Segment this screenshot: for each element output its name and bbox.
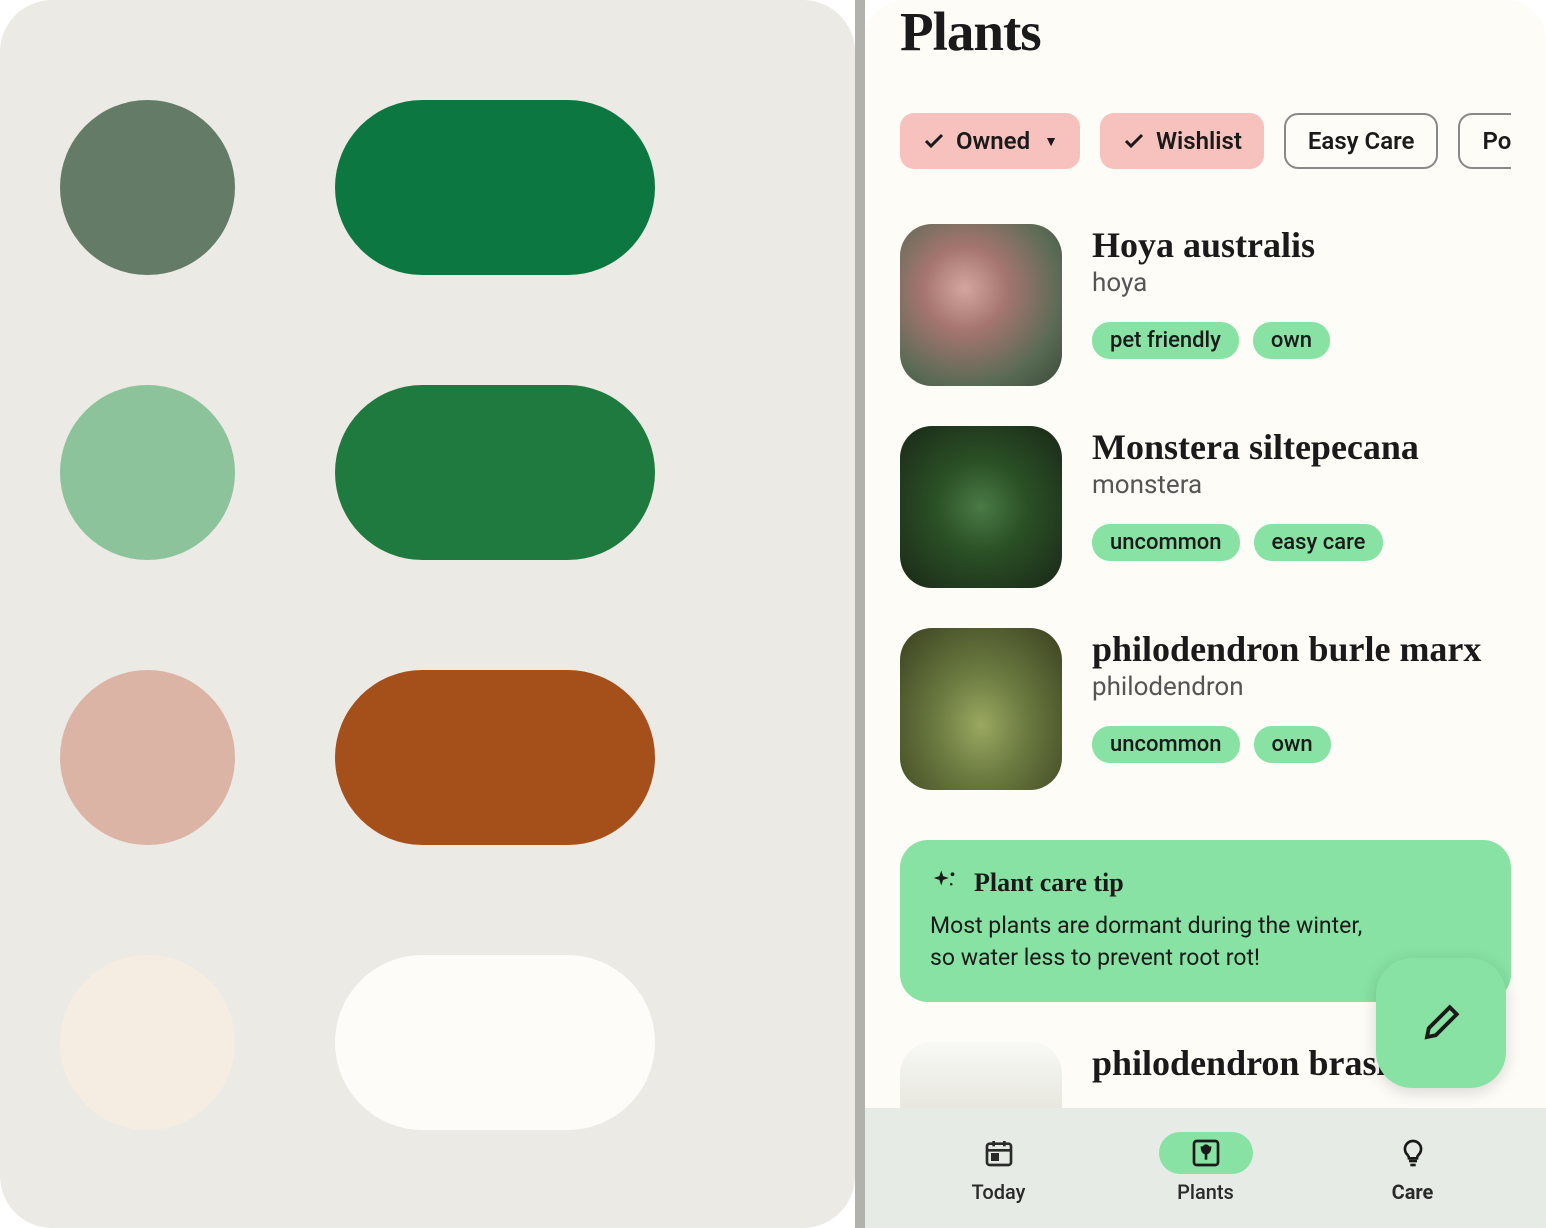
check-icon xyxy=(922,129,946,153)
filter-chip-easy-care[interactable]: Easy Care xyxy=(1284,113,1439,169)
filter-chip-wishlist[interactable]: Wishlist xyxy=(1100,113,1264,169)
palette-row xyxy=(60,385,795,560)
plant-genus: hoya xyxy=(1092,268,1511,298)
bulb-icon xyxy=(1397,1137,1429,1169)
plant-tag: uncommon xyxy=(1092,524,1240,561)
pencil-icon xyxy=(1420,1002,1462,1044)
dropdown-arrow-icon: ▼ xyxy=(1044,133,1058,150)
plant-genus: philodendron xyxy=(1092,672,1511,702)
plant-list-item[interactable]: Monstera siltepecana monstera uncommon e… xyxy=(900,426,1511,588)
plants-app-panel: Plants Owned ▼ Wishlist Easy Care Popu xyxy=(865,0,1546,1228)
palette-circle xyxy=(60,670,235,845)
palette-circle xyxy=(60,955,235,1130)
plant-thumbnail xyxy=(900,426,1062,588)
check-icon xyxy=(1122,129,1146,153)
palette-pill xyxy=(335,100,655,275)
bottom-nav: Today Plants Care xyxy=(865,1108,1546,1228)
palette-row xyxy=(60,955,795,1130)
edit-fab-button[interactable] xyxy=(1376,958,1506,1088)
nav-care[interactable]: Care xyxy=(1346,1128,1480,1208)
chip-label: Popu xyxy=(1482,127,1511,155)
palette-circle xyxy=(60,385,235,560)
plant-tag: own xyxy=(1253,322,1330,359)
nav-label: Today xyxy=(972,1180,1026,1204)
calendar-icon xyxy=(983,1137,1015,1169)
palette-pill xyxy=(335,955,655,1130)
plant-thumbnail xyxy=(900,628,1062,790)
nav-today[interactable]: Today xyxy=(932,1128,1066,1208)
plant-tag: easy care xyxy=(1254,524,1384,561)
panel-divider xyxy=(855,0,865,1228)
plant-thumbnail xyxy=(900,224,1062,386)
nav-label: Plants xyxy=(1177,1180,1234,1204)
palette-row xyxy=(60,670,795,845)
chip-label: Owned xyxy=(956,127,1030,155)
filter-bar: Owned ▼ Wishlist Easy Care Popu xyxy=(900,113,1511,169)
plant-tag: uncommon xyxy=(1092,726,1240,763)
nav-label: Care xyxy=(1392,1180,1434,1204)
sparkle-icon xyxy=(930,868,960,898)
plant-list-item[interactable]: Hoya australis hoya pet friendly own xyxy=(900,224,1511,386)
filter-chip-owned[interactable]: Owned ▼ xyxy=(900,113,1080,169)
palette-circle xyxy=(60,100,235,275)
page-title: Plants xyxy=(900,0,1511,63)
plant-name: Hoya australis xyxy=(1092,224,1511,266)
tip-title: Plant care tip xyxy=(974,868,1124,898)
plant-name: Monstera siltepecana xyxy=(1092,426,1511,468)
chip-label: Easy Care xyxy=(1308,127,1415,155)
plant-tag: pet friendly xyxy=(1092,322,1239,359)
palette-pill xyxy=(335,670,655,845)
nav-plants[interactable]: Plants xyxy=(1139,1128,1273,1208)
plant-icon xyxy=(1190,1137,1222,1169)
palette-pill xyxy=(335,385,655,560)
plant-list-item[interactable]: philodendron burle marx philodendron unc… xyxy=(900,628,1511,790)
plant-tag: own xyxy=(1254,726,1331,763)
color-palette-panel xyxy=(0,0,855,1228)
palette-row xyxy=(60,100,795,275)
filter-chip-popular[interactable]: Popu xyxy=(1458,113,1511,169)
plant-name: philodendron burle marx xyxy=(1092,628,1511,670)
plant-genus: monstera xyxy=(1092,470,1511,500)
chip-label: Wishlist xyxy=(1156,127,1242,155)
